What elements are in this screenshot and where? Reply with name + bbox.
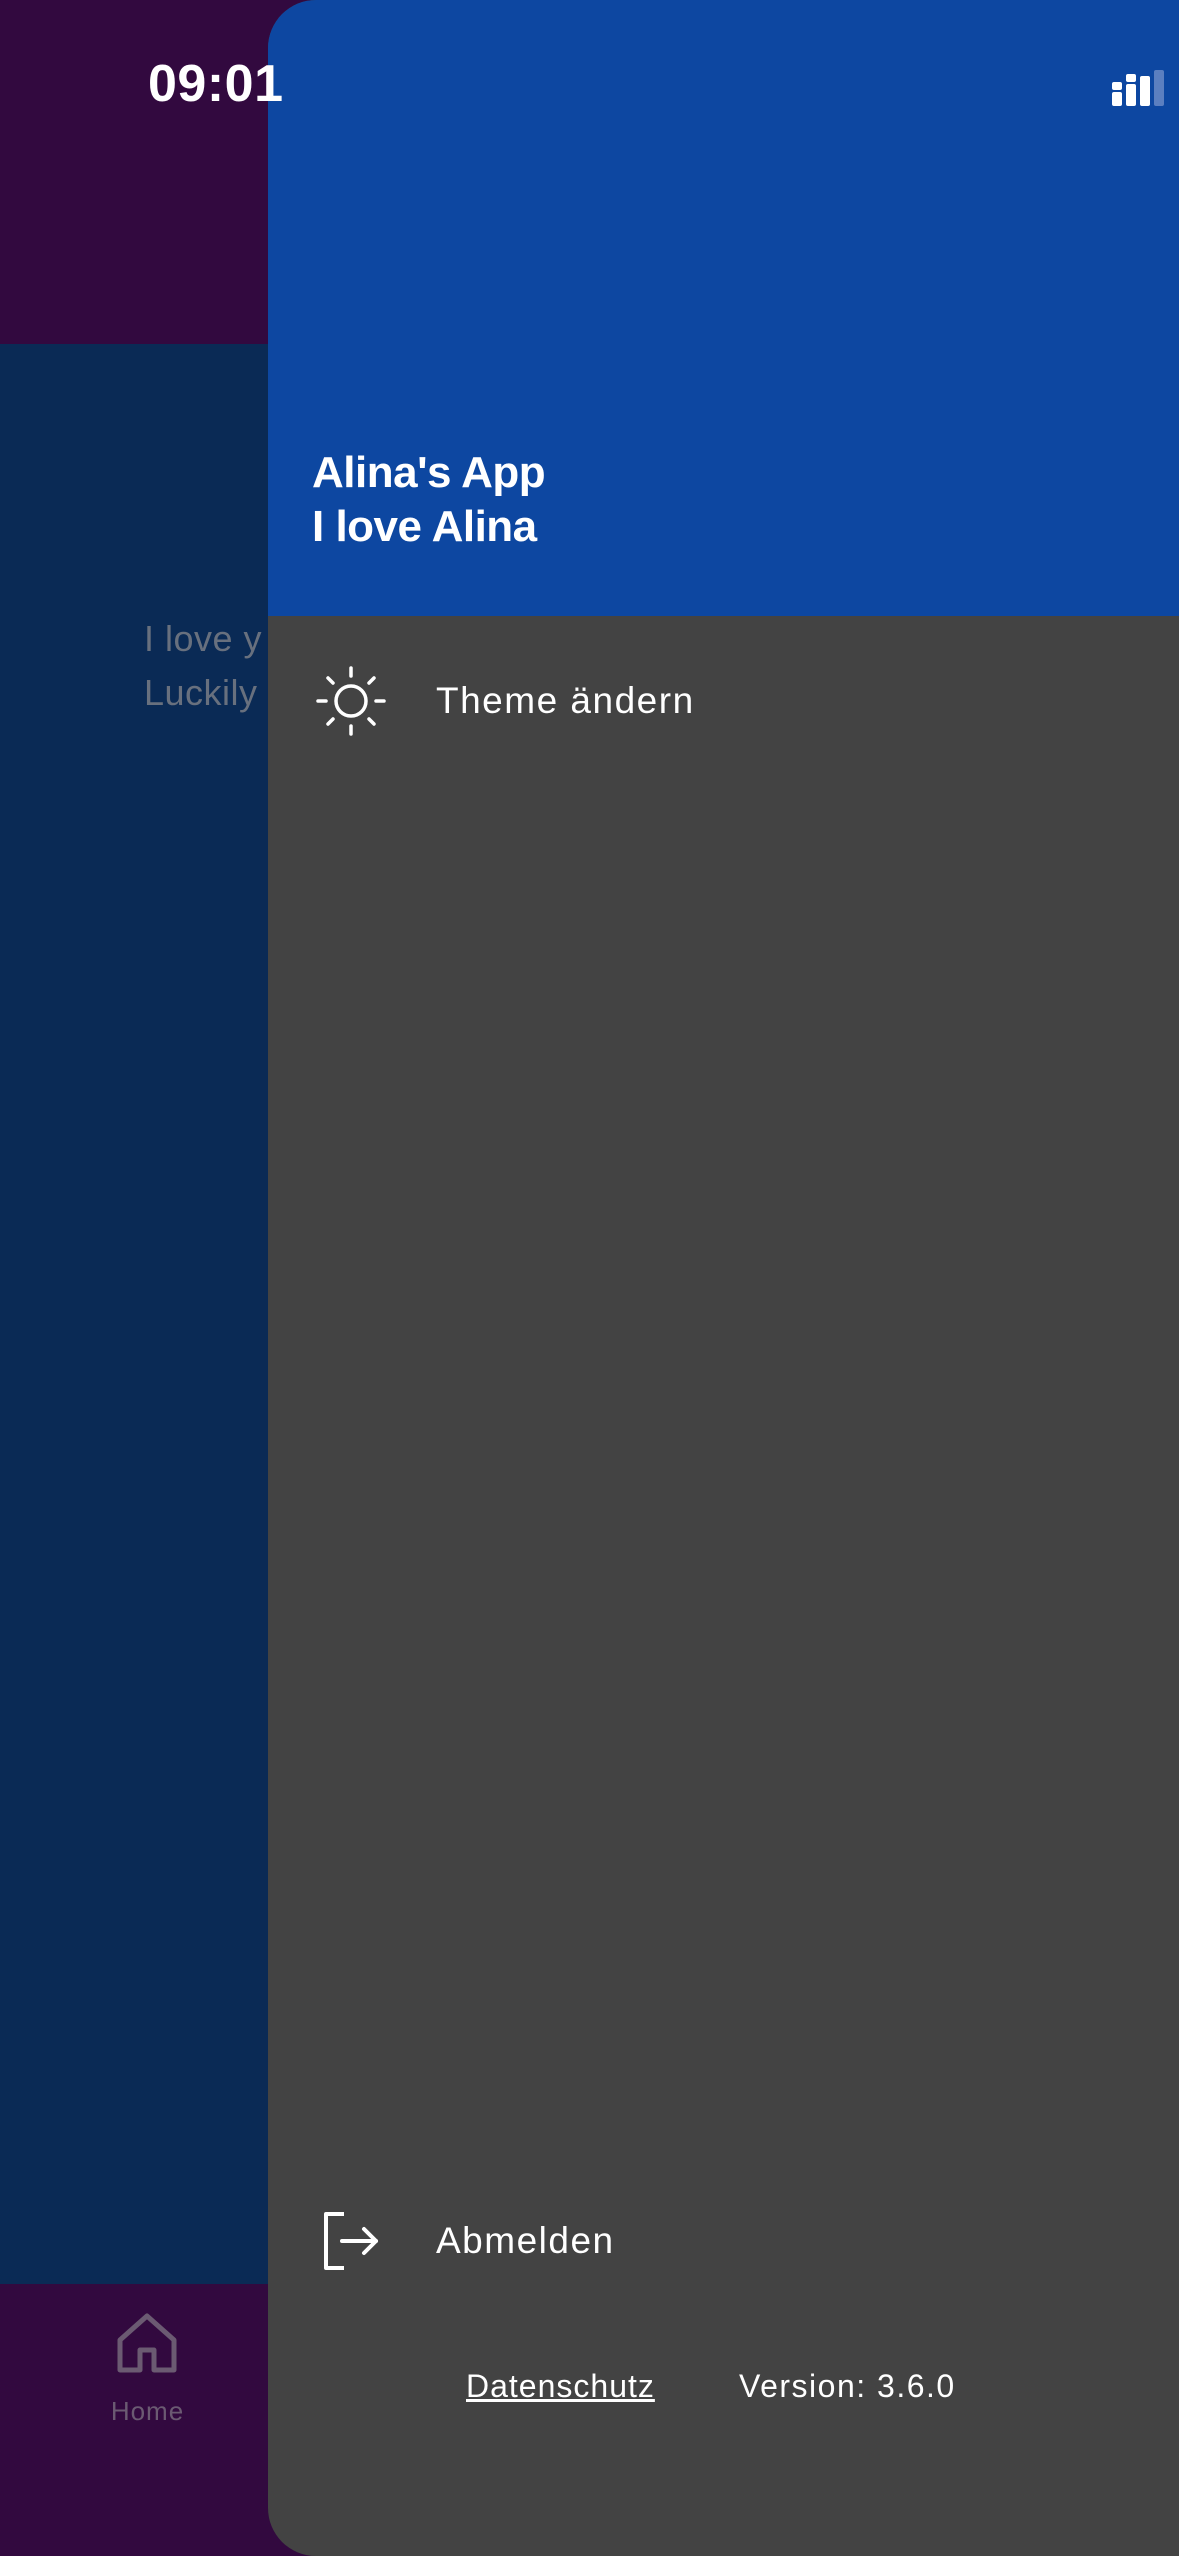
version-text: Version: 3.6.0: [739, 2368, 956, 2404]
drawer-footer: Datenschutz Version: 3.6.0: [268, 2368, 1179, 2418]
content-line: I love y: [144, 618, 263, 659]
logout-button[interactable]: Abmelden: [268, 2170, 1179, 2310]
drawer-header: Alina's App I love Alina 95: [268, 0, 1179, 616]
privacy-link[interactable]: Datenschutz: [466, 2368, 655, 2405]
logout-icon: [324, 2212, 378, 2270]
nav-item-home-label: Home: [110, 2396, 185, 2426]
status-icons: 95: [844, 60, 1164, 112]
menu-item-change-theme[interactable]: Theme ändern: [268, 632, 1179, 772]
menu-item-label: Theme ändern: [436, 680, 695, 721]
main-content-text: I love y Luckily: [144, 612, 262, 720]
sun-icon: [316, 666, 386, 736]
status-time: 09:01: [148, 55, 284, 113]
drawer-subtitle: I love Alina: [312, 502, 537, 551]
content-line: Luckily: [144, 672, 258, 713]
navigation-drawer: Alina's App I love Alina 95: [268, 0, 1179, 2556]
app-name: Alina's App: [312, 448, 546, 497]
home-icon: [117, 2313, 177, 2373]
nav-item-home[interactable]: Home: [100, 2310, 195, 2440]
cellular-signal-icon: [1112, 70, 1164, 106]
drawer-title: Alina's App I love Alina: [312, 446, 546, 554]
logout-label: Abmelden: [436, 2220, 615, 2261]
